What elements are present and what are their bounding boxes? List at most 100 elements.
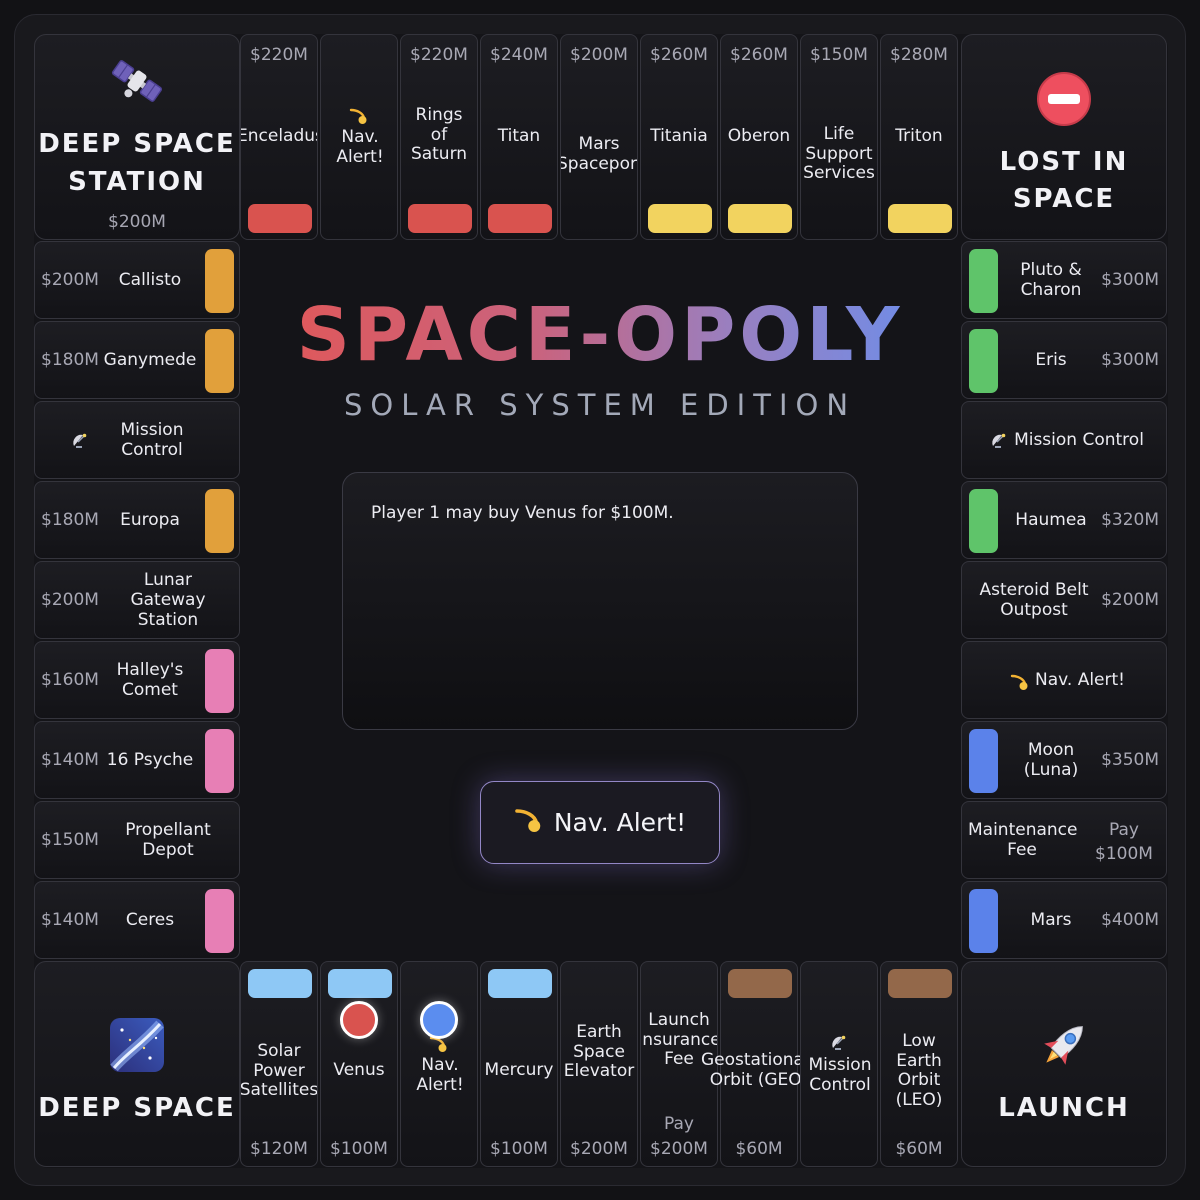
- space-name: Nav. Alert!: [416, 1055, 464, 1095]
- space-price: $280M: [890, 45, 948, 65]
- space-name: Propellant Depot: [125, 820, 211, 860]
- space-mars[interactable]: Mars $400M: [961, 881, 1167, 959]
- space-earth-space-elevator[interactable]: Earth Space Elevator $200M: [560, 961, 638, 1167]
- space-leo[interactable]: Low Earth Orbit (LEO) $60M: [880, 961, 958, 1167]
- space-price: $300M: [1101, 350, 1159, 370]
- space-price: $200M: [41, 270, 99, 290]
- player-token-red[interactable]: [340, 1001, 378, 1039]
- space-ceres[interactable]: $140M Ceres: [34, 881, 240, 959]
- space-maintenance-fee[interactable]: Maintenance Fee Pay $100M: [961, 801, 1167, 879]
- satellite-icon: [109, 53, 165, 113]
- space-name: Lunar Gateway Station: [130, 570, 206, 630]
- space-name: 16 Psyche: [106, 750, 194, 770]
- color-band: [969, 249, 998, 313]
- space-price: $150M: [810, 45, 868, 65]
- space-price: $140M: [41, 910, 99, 930]
- space-geo[interactable]: Geostationary Orbit (GEO) $60M: [701, 961, 821, 1167]
- space-mission-control-left[interactable]: Mission Control: [34, 401, 240, 479]
- space-nav-alert[interactable]: Nav. Alert!: [320, 34, 398, 240]
- space-price: $260M: [650, 45, 708, 65]
- color-band: [888, 204, 952, 233]
- space-name: Mars: [1030, 910, 1072, 930]
- space-name: Life Support Services: [803, 124, 875, 183]
- space-titan[interactable]: $240M Titan: [480, 34, 558, 240]
- corner-title-line1: DEEP SPACE: [38, 129, 236, 159]
- space-name: Nav. Alert!: [336, 127, 384, 167]
- space-ganymede[interactable]: $180M Ganymede: [34, 321, 240, 399]
- space-price: $180M: [41, 510, 99, 530]
- space-name: Haumea: [1015, 510, 1087, 530]
- space-eris[interactable]: Eris $300M: [961, 321, 1167, 399]
- space-price: $200M: [570, 45, 628, 65]
- space-name: Mission Control: [808, 1055, 872, 1095]
- log-message: Player 1 may buy Venus for $100M.: [371, 503, 674, 523]
- space-price: $220M: [410, 45, 468, 65]
- space-price: $260M: [730, 45, 788, 65]
- corner-deep-space-station[interactable]: DEEP SPACE STATION $200M: [34, 34, 240, 240]
- color-band: [205, 249, 234, 313]
- corner-lost-in-space[interactable]: LOST IN SPACE: [961, 34, 1167, 240]
- space-oberon[interactable]: $260M Oberon: [720, 34, 798, 240]
- color-band: [488, 969, 552, 998]
- space-name: Nav. Alert!: [1035, 670, 1125, 690]
- space-name: Maintenance Fee: [968, 820, 1078, 860]
- space-price: $200M: [41, 590, 99, 610]
- space-price: $200M: [650, 1139, 708, 1159]
- space-titania[interactable]: $260M Titania: [640, 34, 718, 240]
- space-price: $220M: [250, 45, 308, 65]
- space-name: Asteroid Belt Outpost: [979, 580, 1089, 620]
- space-price: $60M: [735, 1139, 783, 1159]
- color-band: [969, 889, 998, 953]
- space-moon-luna[interactable]: Moon (Luna) $350M: [961, 721, 1167, 799]
- space-europa[interactable]: $180M Europa: [34, 481, 240, 559]
- space-name: Earth Space Elevator: [563, 1022, 635, 1081]
- space-mission-control-right[interactable]: Mission Control: [961, 401, 1167, 479]
- corner-title: LAUNCH: [998, 1093, 1130, 1123]
- space-lunar-gateway[interactable]: $200M Lunar Gateway Station: [34, 561, 240, 639]
- player-token-blue[interactable]: [420, 1001, 458, 1039]
- space-mercury[interactable]: Mercury $100M: [480, 961, 558, 1167]
- space-haumea[interactable]: Haumea $320M: [961, 481, 1167, 559]
- space-halleys-comet[interactable]: $160M Halley's Comet: [34, 641, 240, 719]
- corner-title-line1: LOST IN: [999, 147, 1129, 177]
- no-entry-icon: [1036, 71, 1092, 131]
- space-name: Mission Control: [1014, 430, 1144, 450]
- space-price: $100M: [330, 1139, 388, 1159]
- space-name: Halley's Comet: [116, 660, 184, 700]
- color-band: [728, 969, 792, 998]
- space-life-support[interactable]: $150M Life Support Services: [800, 34, 878, 240]
- space-name: Eris: [1035, 350, 1067, 370]
- corner-launch[interactable]: LAUNCH: [961, 961, 1167, 1167]
- space-name: Ganymede: [103, 350, 197, 370]
- space-nav-alert-bottom[interactable]: Nav. Alert!: [400, 961, 478, 1167]
- color-band: [888, 969, 952, 998]
- space-venus[interactable]: Venus $100M: [320, 961, 398, 1167]
- space-name: Ceres: [125, 910, 175, 930]
- space-callisto[interactable]: $200M Callisto: [34, 241, 240, 319]
- message-log: Player 1 may buy Venus for $100M.: [342, 472, 858, 730]
- space-triton[interactable]: $280M Triton: [880, 34, 958, 240]
- space-solar-power-satellites[interactable]: Solar Power Satellites $120M: [240, 961, 318, 1167]
- space-price: $350M: [1101, 750, 1159, 770]
- space-name: Titan: [497, 126, 541, 146]
- color-band: [205, 729, 234, 793]
- space-price: $200M: [1101, 590, 1159, 610]
- space-name: Rings of Saturn: [410, 105, 468, 164]
- color-band: [408, 204, 472, 233]
- space-name: Mercury: [484, 1060, 554, 1080]
- game-subtitle: SOLAR SYSTEM EDITION: [343, 388, 857, 422]
- corner-deep-space[interactable]: DEEP SPACE: [34, 961, 240, 1167]
- space-name: Oberon: [727, 126, 791, 146]
- space-asteroid-belt-outpost[interactable]: Asteroid Belt Outpost $200M: [961, 561, 1167, 639]
- satellite-dish-icon: [830, 1034, 848, 1056]
- space-price: $160M: [41, 670, 99, 690]
- space-rings-of-saturn[interactable]: $220M Rings of Saturn: [400, 34, 478, 240]
- space-mission-control-bottom[interactable]: Mission Control: [800, 961, 878, 1167]
- space-nav-alert-right[interactable]: Nav. Alert!: [961, 641, 1167, 719]
- nav-alert-card-button[interactable]: Nav. Alert!: [480, 781, 720, 864]
- space-propellant-depot[interactable]: $150M Propellant Depot: [34, 801, 240, 879]
- space-16-psyche[interactable]: $140M 16 Psyche: [34, 721, 240, 799]
- space-mars-spaceport[interactable]: $200M Mars Spaceport: [560, 34, 638, 240]
- space-enceladus[interactable]: $220M Enceladus: [240, 34, 318, 240]
- space-pluto-charon[interactable]: Pluto & Charon $300M: [961, 241, 1167, 319]
